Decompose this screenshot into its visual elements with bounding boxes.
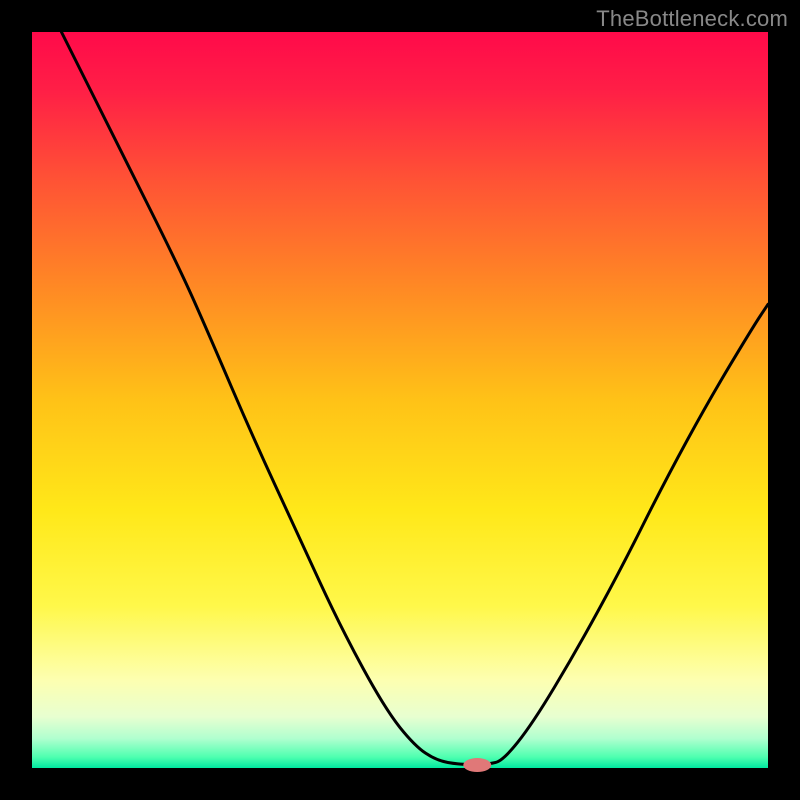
plot-background: [32, 32, 768, 768]
optimum-marker: [463, 758, 491, 772]
watermark-label: TheBottleneck.com: [596, 6, 788, 32]
bottleneck-chart: TheBottleneck.com: [0, 0, 800, 800]
chart-svg: [0, 0, 800, 800]
